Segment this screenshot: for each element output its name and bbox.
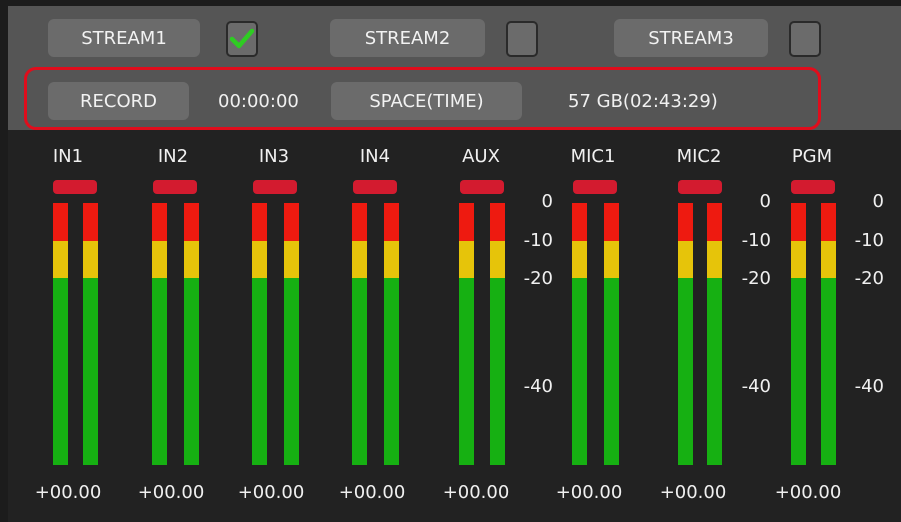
- meter-bar-in3-right: [284, 203, 299, 465]
- peak-indicator-pgm: [791, 180, 835, 194]
- meter-bar-mic2-left: [678, 203, 693, 465]
- stream2-button[interactable]: STREAM2: [330, 19, 485, 57]
- scale-label-10: -10: [741, 230, 771, 251]
- audio-control-panel: STREAM1 STREAM2 STREAM3 RECORD 00:00:00 …: [8, 6, 901, 522]
- gain-value-mic2[interactable]: +00.00: [653, 482, 733, 503]
- meter-area: [8, 130, 901, 522]
- stream1-button[interactable]: STREAM1: [48, 19, 200, 57]
- checkmark-icon: [229, 28, 255, 49]
- meter-bar-mic2-right: [707, 203, 722, 465]
- channel-label-in2: IN2: [157, 146, 189, 167]
- meter-bar-mic1-right: [604, 203, 619, 465]
- gain-value-mic1[interactable]: +00.00: [549, 482, 629, 503]
- gain-value-in4[interactable]: +00.00: [332, 482, 412, 503]
- meter-bar-in2-right: [184, 203, 199, 465]
- channel-label-mic2: MIC2: [676, 146, 722, 167]
- stream3-checkbox[interactable]: [789, 21, 821, 57]
- scale-label-20: -20: [741, 268, 771, 289]
- peak-indicator-in2: [153, 180, 197, 194]
- meter-bar-in4-right: [384, 203, 399, 465]
- stream3-button[interactable]: STREAM3: [614, 19, 768, 57]
- peak-indicator-mic2: [678, 180, 722, 194]
- scale-label-20: -20: [854, 268, 884, 289]
- scale-label-0: 0: [541, 191, 553, 212]
- scale-label-40: -40: [741, 376, 771, 397]
- scale-label-10: -10: [854, 230, 884, 251]
- scale-label-40: -40: [854, 376, 884, 397]
- channel-label-in1: IN1: [52, 146, 84, 167]
- stream2-checkbox[interactable]: [506, 21, 538, 57]
- meter-bar-mic1-left: [572, 203, 587, 465]
- meter-bar-in1-left: [53, 203, 68, 465]
- meter-bar-pgm-right: [821, 203, 836, 465]
- peak-indicator-in4: [353, 180, 397, 194]
- meter-bar-in4-left: [352, 203, 367, 465]
- gain-value-in1[interactable]: +00.00: [28, 482, 108, 503]
- stream1-checkbox[interactable]: [226, 21, 258, 57]
- peak-indicator-in1: [53, 180, 97, 194]
- scale-label-10: -10: [523, 230, 553, 251]
- meter-bar-aux-right: [490, 203, 505, 465]
- meter-bar-in1-right: [83, 203, 98, 465]
- scale-label-40: -40: [523, 376, 553, 397]
- meter-bar-aux-left: [459, 203, 474, 465]
- scale-label-0: 0: [759, 191, 771, 212]
- channel-label-mic1: MIC1: [570, 146, 616, 167]
- gain-value-in2[interactable]: +00.00: [131, 482, 211, 503]
- scale-label-20: -20: [523, 268, 553, 289]
- meter-bar-pgm-left: [791, 203, 806, 465]
- channel-label-in4: IN4: [359, 146, 391, 167]
- scale-label-0: 0: [872, 191, 884, 212]
- channel-label-pgm: PGM: [791, 146, 833, 167]
- meter-bar-in3-left: [252, 203, 267, 465]
- channel-label-aux: AUX: [462, 146, 500, 167]
- channel-label-in3: IN3: [258, 146, 290, 167]
- peak-indicator-in3: [253, 180, 297, 194]
- record-highlight-box: [24, 67, 821, 130]
- peak-indicator-aux: [460, 180, 504, 194]
- meter-bar-in2-left: [152, 203, 167, 465]
- gain-value-aux[interactable]: +00.00: [436, 482, 516, 503]
- gain-value-pgm[interactable]: +00.00: [768, 482, 848, 503]
- gain-value-in3[interactable]: +00.00: [231, 482, 311, 503]
- peak-indicator-mic1: [573, 180, 617, 194]
